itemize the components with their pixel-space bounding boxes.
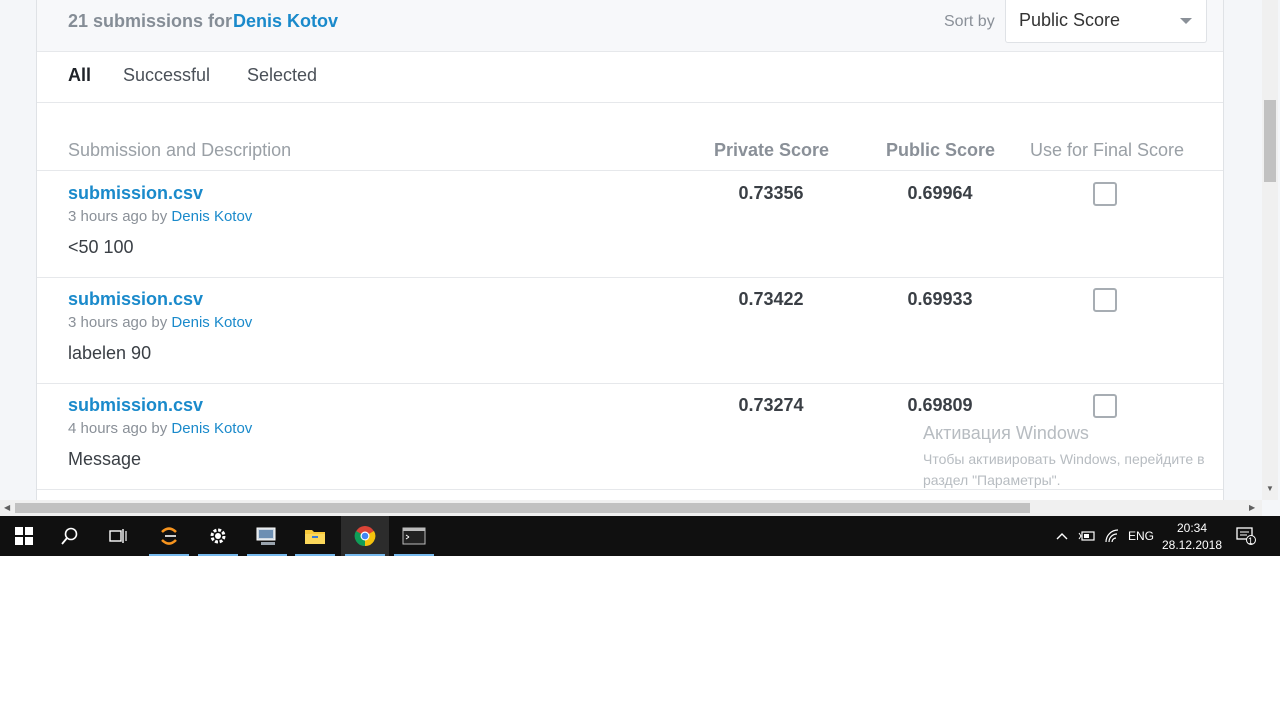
sort-dropdown[interactable]: Public Score	[1005, 0, 1207, 43]
scroll-right-icon[interactable]: ▶	[1249, 503, 1255, 512]
battery-icon[interactable]	[1078, 516, 1096, 556]
submission-meta: 3 hours ago by Denis Kotov	[68, 208, 252, 225]
task-view-icon[interactable]	[94, 516, 142, 556]
watermark-title: Активация Windows	[923, 423, 1089, 443]
header-user-link[interactable]: Denis Kotov	[233, 11, 338, 32]
public-score: 0.69933	[907, 289, 973, 309]
browser-viewport: 21 submissions for Denis Kotov Sort by P…	[0, 0, 1280, 516]
search-icon[interactable]	[46, 516, 94, 556]
public-score: 0.69964	[907, 183, 973, 203]
column-header-private-score[interactable]: Private Score	[714, 140, 829, 161]
notifications-icon[interactable]: 1	[1236, 516, 1256, 556]
sort-value: Public Score	[1019, 10, 1121, 30]
submission-file-link[interactable]: submission.csv	[68, 183, 203, 204]
watermark-line-2: раздел "Параметры".	[923, 472, 1061, 488]
running-indicator	[295, 554, 335, 556]
windows-start-icon[interactable]	[0, 516, 48, 556]
terminal-icon[interactable]	[390, 516, 438, 556]
final-score-checkbox[interactable]	[1093, 182, 1117, 206]
eclipse-icon[interactable]	[145, 516, 193, 556]
horizontal-scrollbar[interactable]: ◀ ▶	[0, 500, 1262, 516]
clock-time: 20:34	[1176, 521, 1208, 535]
public-score: 0.69809	[907, 395, 973, 415]
submission-time: 3 hours ago by	[68, 208, 168, 225]
tab-all[interactable]: All	[68, 65, 91, 86]
running-indicator	[149, 554, 189, 556]
submission-description: labelen 90	[68, 343, 152, 363]
private-score: 0.73422	[738, 289, 804, 309]
submission-time: 3 hours ago by	[68, 314, 168, 331]
final-score-checkbox[interactable]	[1093, 394, 1117, 418]
tab-successful[interactable]: Successful	[123, 65, 210, 86]
system-clock[interactable]: 20:34 28.12.2018	[1160, 520, 1224, 554]
scroll-left-icon[interactable]: ◀	[4, 503, 10, 512]
submission-file-link[interactable]: submission.csv	[68, 289, 203, 310]
submission-meta: 3 hours ago by Denis Kotov	[68, 314, 252, 331]
private-score: 0.73356	[738, 183, 804, 203]
sort-label: Sort by	[944, 13, 995, 30]
submission-user-link[interactable]: Denis Kotov	[171, 208, 252, 225]
submission-user-link[interactable]: Denis Kotov	[171, 420, 252, 437]
settings-icon[interactable]	[194, 516, 242, 556]
vertical-scrollbar[interactable]: ▼	[1262, 0, 1278, 500]
submissions-count: 21 submissions for	[68, 11, 233, 31]
running-indicator	[198, 554, 238, 556]
language-indicator[interactable]: ENG	[1128, 516, 1154, 556]
windows-taskbar: ENG 20:34 28.12.2018 1	[0, 516, 1280, 556]
running-indicator	[394, 554, 434, 556]
show-hidden-icons-icon[interactable]	[1056, 516, 1068, 556]
column-header-final-score: Use for Final Score	[1030, 140, 1185, 160]
caret-down-icon	[1180, 18, 1192, 24]
submissions-header: 21 submissions for Denis Kotov Sort by P…	[37, 0, 1223, 52]
running-indicator	[345, 554, 385, 556]
file-explorer-icon[interactable]	[291, 516, 339, 556]
submission-file-link[interactable]: submission.csv	[68, 395, 203, 416]
submission-time: 4 hours ago by	[68, 420, 168, 437]
horizontal-scroll-thumb[interactable]	[15, 503, 1030, 513]
submission-row: submission.csv 3 hours ago by Denis Koto…	[37, 171, 1223, 278]
submission-row: submission.csv 3 hours ago by Denis Koto…	[37, 277, 1223, 384]
column-header-submission: Submission and Description	[68, 140, 292, 160]
submission-user-link[interactable]: Denis Kotov	[171, 314, 252, 331]
vertical-scroll-thumb[interactable]	[1264, 100, 1276, 182]
submission-meta: 4 hours ago by Denis Kotov	[68, 420, 252, 437]
private-score: 0.73274	[738, 395, 804, 415]
watermark-line-1: Чтобы активировать Windows, перейдите в	[923, 451, 1205, 467]
final-score-checkbox[interactable]	[1093, 288, 1117, 312]
computer-icon[interactable]	[243, 516, 291, 556]
scroll-down-icon[interactable]: ▼	[1266, 484, 1274, 493]
tab-selected[interactable]: Selected	[247, 65, 317, 86]
notification-count: 1	[1248, 536, 1254, 546]
chrome-icon[interactable]	[341, 516, 389, 556]
submission-tabs: All Successful Selected	[37, 52, 1223, 103]
submission-description: <50 100	[68, 237, 134, 257]
windows-activation-watermark: Активация Windows Чтобы активировать Win…	[923, 423, 1205, 491]
submission-description: Message	[68, 449, 142, 469]
running-indicator	[247, 554, 287, 556]
clock-date: 28.12.2018	[1161, 538, 1223, 552]
column-header-public-score[interactable]: Public Score	[886, 140, 995, 161]
wifi-icon[interactable]	[1104, 516, 1120, 556]
